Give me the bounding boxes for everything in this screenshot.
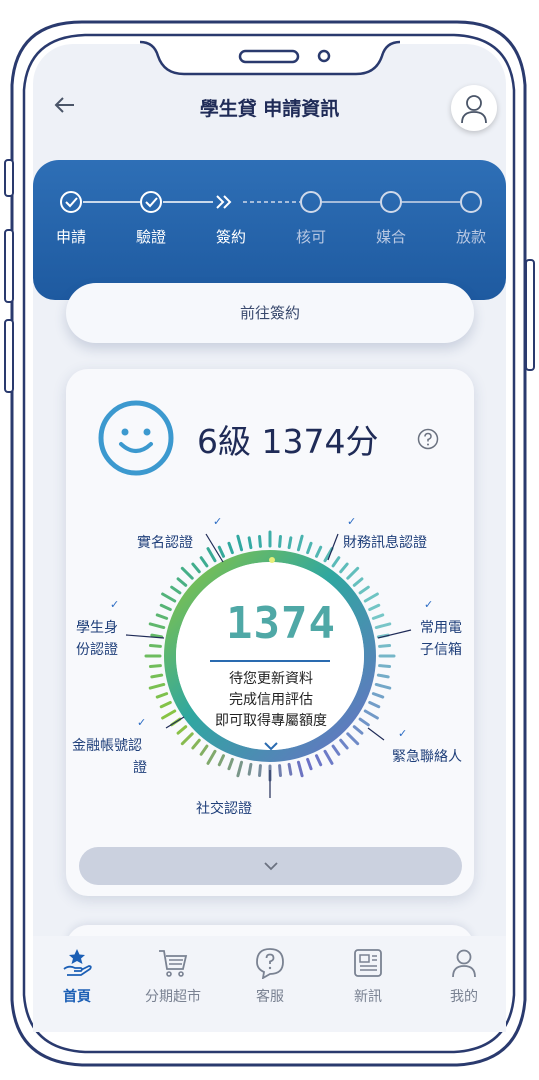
tab-label: 我的 xyxy=(450,989,478,1005)
step-pending-icon xyxy=(380,191,402,213)
expand-button[interactable] xyxy=(79,847,462,885)
student-id-item-line[interactable]: 份認證 xyxy=(76,639,118,661)
check-icon: ✓ xyxy=(213,515,223,528)
help-bubble-icon xyxy=(256,948,284,979)
step-done-icon xyxy=(140,191,162,213)
step-label: 放款 xyxy=(455,228,486,246)
email-item-line[interactable]: 子信箱 xyxy=(420,639,462,661)
person-icon xyxy=(452,949,476,978)
notch xyxy=(140,40,400,76)
social-item[interactable]: 社交認證 xyxy=(196,798,252,820)
avatar-button[interactable] xyxy=(451,85,497,131)
step-current-icon xyxy=(216,195,232,209)
check-icon: ✓ xyxy=(110,598,120,611)
check-icon: ✓ xyxy=(424,598,434,611)
check-icon: ✓ xyxy=(398,727,408,740)
email-item-line[interactable]: 常用電 xyxy=(420,617,462,639)
smiley-face-icon xyxy=(98,400,174,476)
step-label: 核可 xyxy=(295,228,326,246)
person-icon xyxy=(461,95,487,124)
step-label: 媒合 xyxy=(375,228,406,246)
home-star-icon xyxy=(63,949,92,976)
check-icon: ✓ xyxy=(347,515,357,528)
emergency-contact-item[interactable]: 緊急聯絡人 xyxy=(392,746,462,768)
tab-label: 新訊 xyxy=(354,989,382,1005)
progress-track xyxy=(60,191,482,213)
go-sign-button[interactable]: 前往簽約 xyxy=(66,283,474,343)
cart-icon xyxy=(159,950,188,977)
step-label: 驗證 xyxy=(135,228,166,246)
financial-item[interactable]: 財務訊息認證 xyxy=(343,532,427,554)
chevron-down-icon xyxy=(264,862,278,871)
step-label: 申請 xyxy=(55,228,86,246)
tab-label: 客服 xyxy=(256,989,284,1005)
tab-label: 分期超市 xyxy=(145,989,201,1005)
help-icon[interactable] xyxy=(417,428,439,450)
step-pending-icon xyxy=(300,191,322,213)
step-done-icon xyxy=(60,191,82,213)
news-icon xyxy=(354,949,382,977)
bank-account-item-line[interactable]: 證 xyxy=(133,757,147,779)
step-pending-icon xyxy=(460,191,482,213)
step-label: 簽約 xyxy=(215,228,246,246)
check-icon: ✓ xyxy=(137,716,147,729)
bank-account-item-line[interactable]: 金融帳號認 xyxy=(72,735,142,757)
real-name-item[interactable]: 實名認證 xyxy=(137,532,193,554)
student-id-item-line[interactable]: 學生身 xyxy=(76,617,118,639)
grade-score-text: 6級 1374分 xyxy=(197,422,379,461)
tab-label: 首頁 xyxy=(63,989,91,1005)
